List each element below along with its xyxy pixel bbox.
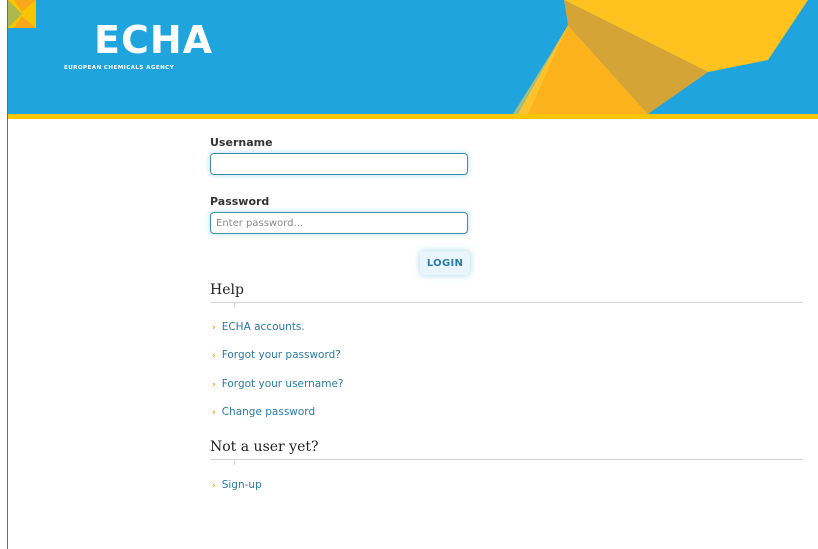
header-banner: ECHA EUROPEAN CHEMICALS AGENCY	[8, 0, 818, 114]
signup-divider	[210, 459, 803, 460]
chevron-right-icon: ›	[212, 380, 216, 390]
help-divider-tick	[234, 302, 235, 308]
username-label: Username	[210, 136, 273, 149]
chevron-right-icon: ›	[212, 481, 216, 491]
link-label: Sign-up	[221, 479, 262, 491]
username-input[interactable]	[210, 153, 468, 175]
chevron-right-icon: ›	[212, 408, 216, 418]
link-label: ECHA accounts.	[221, 321, 305, 333]
signup-divider-tick	[234, 459, 235, 465]
echa-logo-icon	[8, 0, 36, 28]
logo-subtitle: EUROPEAN CHEMICALS AGENCY	[64, 65, 175, 71]
forgot-username-link[interactable]: › Forgot your username?	[212, 378, 344, 390]
password-input[interactable]	[210, 212, 468, 234]
help-divider	[210, 302, 803, 303]
password-label: Password	[210, 195, 270, 208]
header-accent-strip	[8, 114, 818, 119]
echa-accounts-link[interactable]: › ECHA accounts.	[212, 321, 305, 333]
link-label: Forgot your password?	[221, 349, 341, 361]
link-label: Change password	[221, 406, 316, 418]
chevron-right-icon: ›	[212, 323, 216, 333]
change-password-link[interactable]: › Change password	[212, 406, 315, 418]
signup-heading: Not a user yet?	[210, 439, 319, 455]
forgot-password-link[interactable]: › Forgot your password?	[212, 349, 341, 361]
link-label: Forgot your username?	[221, 378, 344, 390]
chevron-right-icon: ›	[212, 351, 216, 361]
login-button[interactable]: LOGIN	[420, 251, 470, 275]
sign-up-link[interactable]: › Sign-up	[212, 479, 262, 491]
help-heading: Help	[210, 282, 244, 298]
login-page: ECHA EUROPEAN CHEMICALS AGENCY Username …	[7, 0, 818, 549]
logo-text[interactable]: ECHA	[94, 17, 213, 63]
